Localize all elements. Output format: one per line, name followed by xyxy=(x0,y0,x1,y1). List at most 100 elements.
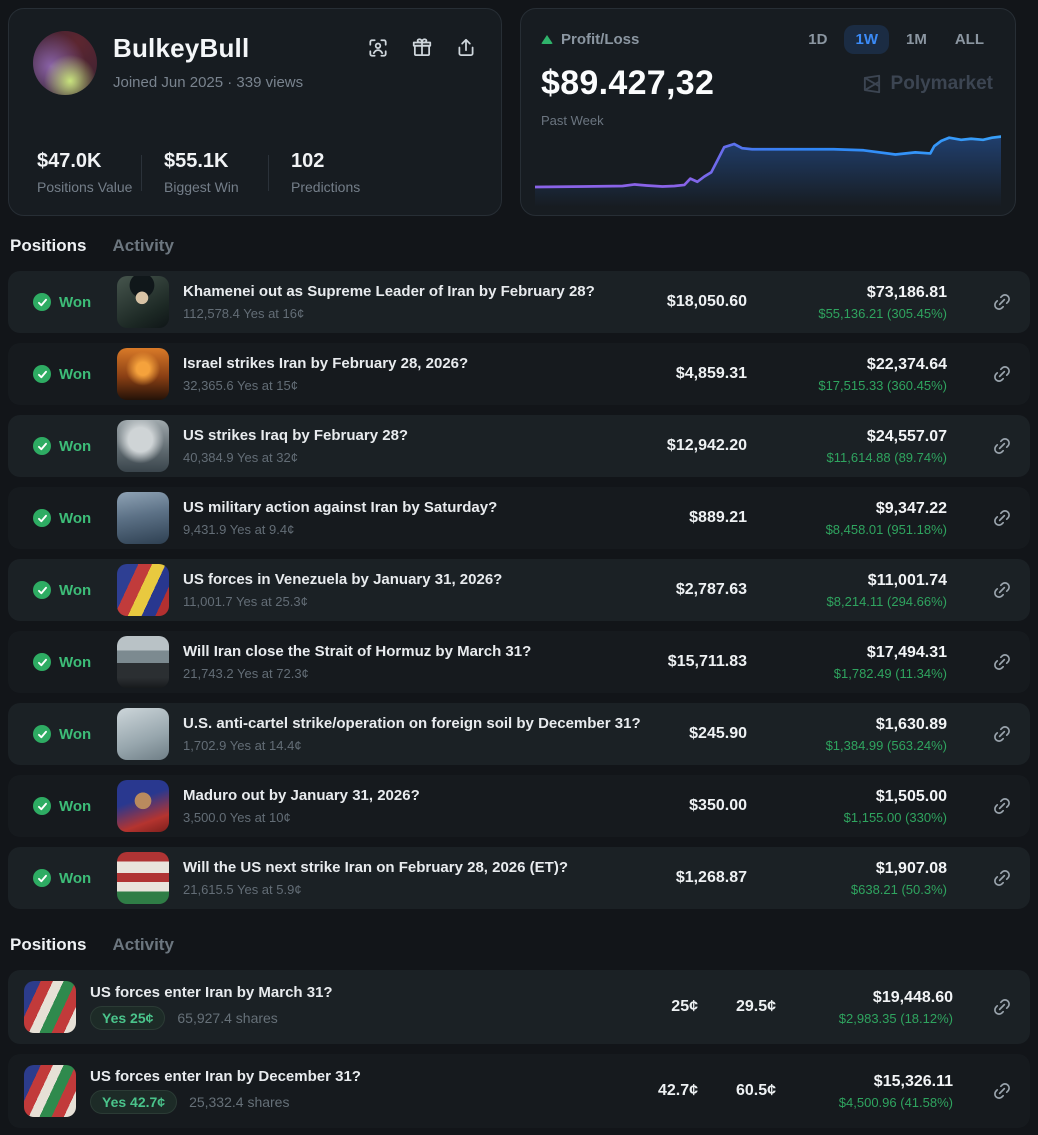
gift-icon[interactable] xyxy=(411,37,433,59)
position-pnl: $4,500.96 (41.58%) xyxy=(776,1095,953,1110)
market-info: US forces enter Iran by March 31? Yes 25… xyxy=(90,984,636,1030)
range-button-1d[interactable]: 1D xyxy=(797,25,838,54)
won-position-row[interactable]: Won Maduro out by January 31, 2026? 3,50… xyxy=(8,775,1030,837)
link-icon xyxy=(988,792,1016,820)
stat-divider xyxy=(141,155,142,191)
market-info: US military action against Iran by Satur… xyxy=(183,499,627,537)
won-badge: Won xyxy=(33,869,117,887)
current-price: 29.5¢ xyxy=(706,998,776,1016)
link-icon xyxy=(988,432,1016,460)
range-button-1w[interactable]: 1W xyxy=(844,25,889,54)
polymarket-watermark: Polymarket xyxy=(861,73,993,95)
check-circle-icon xyxy=(33,581,51,599)
side-price-badge: Yes 25¢ xyxy=(90,1006,165,1030)
won-badge: Won xyxy=(33,365,117,383)
won-badge: Won xyxy=(33,581,117,599)
open-position-row[interactable]: US forces enter Iran by March 31? Yes 25… xyxy=(8,970,1030,1044)
market-title[interactable]: U.S. anti-cartel strike/operation on for… xyxy=(183,715,627,732)
tab-activity[interactable]: Activity xyxy=(113,236,174,256)
market-link-button[interactable] xyxy=(974,508,1030,528)
market-title[interactable]: Will the US next strike Iran on February… xyxy=(183,859,627,876)
link-icon xyxy=(988,648,1016,676)
market-link-button[interactable] xyxy=(974,796,1030,816)
won-label: Won xyxy=(59,654,91,671)
stat-label: Biggest Win xyxy=(164,179,260,195)
position-current-value: $15,326.11 xyxy=(776,1073,953,1091)
position-value: $11,001.74 $8,214.11 (294.66%) xyxy=(747,572,947,609)
pnl-chart xyxy=(535,123,1001,207)
profile-stat: $55.1K Biggest Win xyxy=(164,150,260,195)
market-title[interactable]: US strikes Iraq by February 28? xyxy=(183,427,627,444)
market-shares: 40,384.9 Yes at 32¢ xyxy=(183,450,627,465)
market-thumbnail xyxy=(117,420,169,472)
won-label: Won xyxy=(59,438,91,455)
positions-tabs: Positions Activity xyxy=(10,236,1038,256)
market-link-button[interactable] xyxy=(974,580,1030,600)
won-badge: Won xyxy=(33,653,117,671)
market-title[interactable]: US forces in Venezuela by January 31, 20… xyxy=(183,571,627,588)
range-button-1m[interactable]: 1M xyxy=(895,25,938,54)
profile-stat: 102 Predictions xyxy=(291,150,387,195)
market-title[interactable]: Khamenei out as Supreme Leader of Iran b… xyxy=(183,283,627,300)
avatar[interactable] xyxy=(33,31,97,95)
market-thumbnail xyxy=(117,636,169,688)
market-title[interactable]: US military action against Iran by Satur… xyxy=(183,499,627,516)
market-link-button[interactable] xyxy=(974,868,1030,888)
won-position-row[interactable]: Won US strikes Iraq by February 28? 40,3… xyxy=(8,415,1030,477)
current-price: 60.5¢ xyxy=(706,1082,776,1100)
position-pnl: $1,384.99 (563.24%) xyxy=(747,738,947,753)
market-thumbnail xyxy=(117,492,169,544)
position-pnl: $8,214.11 (294.66%) xyxy=(747,594,947,609)
market-link-button[interactable] xyxy=(974,1081,1030,1101)
won-position-row[interactable]: Won US military action against Iran by S… xyxy=(8,487,1030,549)
won-position-row[interactable]: Won Khamenei out as Supreme Leader of Ir… xyxy=(8,271,1030,333)
position-current-value: $73,186.81 xyxy=(747,284,947,302)
share-icon[interactable] xyxy=(455,37,477,59)
watermark-text: Polymarket xyxy=(891,73,993,95)
position-value: $1,907.08 $638.21 (50.3%) xyxy=(747,860,947,897)
stat-value: $47.0K xyxy=(37,150,133,173)
position-value: $17,494.31 $1,782.49 (11.34%) xyxy=(747,644,947,681)
market-thumbnail xyxy=(24,1065,76,1117)
open-position-row[interactable]: US forces enter Iran by December 31? Yes… xyxy=(8,1054,1030,1128)
check-circle-icon xyxy=(33,653,51,671)
link-icon xyxy=(988,720,1016,748)
link-icon xyxy=(988,288,1016,316)
market-title[interactable]: US forces enter Iran by March 31? xyxy=(90,984,636,1001)
market-info: Khamenei out as Supreme Leader of Iran b… xyxy=(183,283,627,321)
market-link-button[interactable] xyxy=(974,652,1030,672)
stat-divider xyxy=(268,155,269,191)
range-button-all[interactable]: ALL xyxy=(944,25,995,54)
polymarket-logo-icon xyxy=(861,73,883,95)
market-title[interactable]: US forces enter Iran by December 31? xyxy=(90,1068,636,1085)
market-link-button[interactable] xyxy=(974,997,1030,1017)
link-icon xyxy=(988,993,1016,1021)
position-cost: $350.00 xyxy=(627,797,747,815)
position-value: $9,347.22 $8,458.01 (951.18%) xyxy=(747,500,947,537)
won-position-row[interactable]: Won Will Iran close the Strait of Hormuz… xyxy=(8,631,1030,693)
tab-positions-2[interactable]: Positions xyxy=(10,935,87,955)
position-pnl: $55,136.21 (305.45%) xyxy=(747,306,947,321)
market-link-button[interactable] xyxy=(974,436,1030,456)
market-thumbnail xyxy=(24,981,76,1033)
avg-price: 25¢ xyxy=(636,998,698,1016)
market-info: Israel strikes Iran by February 28, 2026… xyxy=(183,355,627,393)
market-link-button[interactable] xyxy=(974,364,1030,384)
tab-positions[interactable]: Positions xyxy=(10,236,87,256)
won-position-row[interactable]: Won Will the US next strike Iran on Febr… xyxy=(8,847,1030,909)
position-current-value: $22,374.64 xyxy=(747,356,947,374)
market-title[interactable]: Will Iran close the Strait of Hormuz by … xyxy=(183,643,627,660)
won-position-row[interactable]: Won U.S. anti-cartel strike/operation on… xyxy=(8,703,1030,765)
won-position-row[interactable]: Won US forces in Venezuela by January 31… xyxy=(8,559,1030,621)
market-link-button[interactable] xyxy=(974,292,1030,312)
market-title[interactable]: Maduro out by January 31, 2026? xyxy=(183,787,627,804)
profit-up-icon xyxy=(541,35,553,44)
scan-person-icon[interactable] xyxy=(367,37,389,59)
tab-activity-2[interactable]: Activity xyxy=(113,935,174,955)
profile-stat: $47.0K Positions Value xyxy=(37,150,133,195)
market-thumbnail xyxy=(117,348,169,400)
market-link-button[interactable] xyxy=(974,724,1030,744)
market-info: U.S. anti-cartel strike/operation on for… xyxy=(183,715,627,753)
market-title[interactable]: Israel strikes Iran by February 28, 2026… xyxy=(183,355,627,372)
won-position-row[interactable]: Won Israel strikes Iran by February 28, … xyxy=(8,343,1030,405)
